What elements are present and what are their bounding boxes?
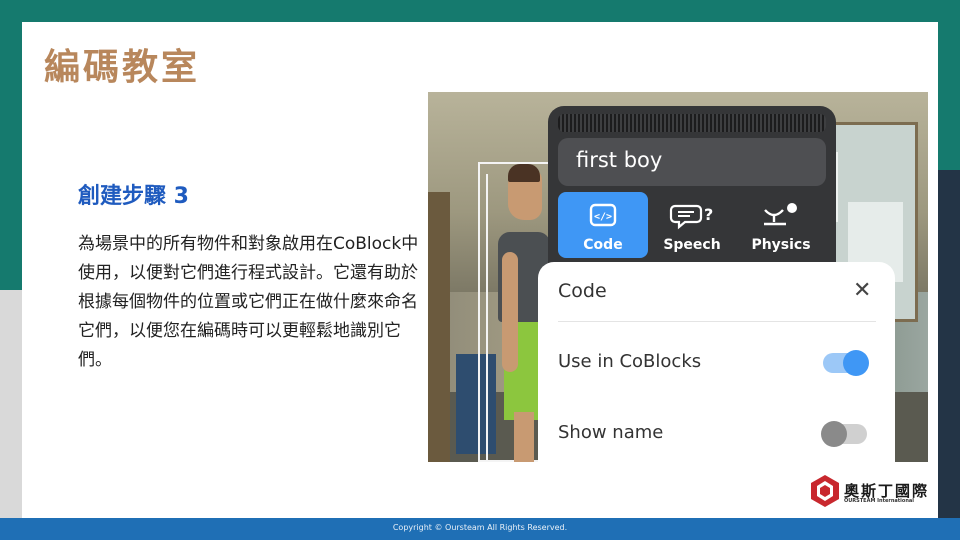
oursteam-logo-icon — [811, 475, 839, 507]
tab-speech[interactable]: ? Speech — [647, 192, 737, 258]
character-hair — [508, 164, 540, 182]
close-icon[interactable]: ✕ — [853, 278, 871, 303]
slide-title: 編碼教室 — [44, 47, 201, 88]
tab-label: Physics — [751, 237, 811, 253]
svg-text:?: ? — [704, 205, 713, 224]
tab-physics[interactable]: Physics — [736, 192, 826, 258]
character-arm — [502, 252, 518, 372]
speech-bubble-icon: ? — [669, 204, 713, 230]
copyright-text: Copyright © Oursteam All Rights Reserved… — [392, 523, 568, 532]
tab-label: Code — [583, 237, 623, 253]
code-icon: </> — [589, 203, 617, 227]
object-name-field[interactable]: first boy — [558, 138, 826, 186]
drag-handle[interactable] — [558, 114, 826, 132]
use-in-coblocks-toggle[interactable] — [823, 350, 869, 376]
show-name-label: Show name — [558, 422, 664, 443]
toggle-knob — [843, 350, 869, 376]
logo-english-text: OURSTEAM International — [844, 498, 914, 504]
step-heading: 創建步驟 3 — [78, 184, 189, 209]
body-text: 為場景中的所有物件和對象啟用在CoBlock中使用，以便對它們進行程式設計。它還… — [78, 234, 419, 370]
use-in-coblocks-label: Use in CoBlocks — [558, 351, 702, 372]
tab-code[interactable]: </> Code — [558, 192, 648, 258]
sheet-title: Code — [558, 280, 607, 302]
toggle-knob — [821, 421, 847, 447]
tab-label: Speech — [663, 237, 721, 253]
footer-bar: Copyright © Oursteam All Rights Reserved… — [0, 518, 960, 540]
show-name-toggle[interactable] — [821, 421, 867, 447]
divider — [558, 321, 876, 322]
character-leg — [514, 412, 534, 462]
svg-text:</>: </> — [594, 212, 612, 223]
door — [428, 192, 450, 462]
physics-icon — [764, 203, 797, 226]
